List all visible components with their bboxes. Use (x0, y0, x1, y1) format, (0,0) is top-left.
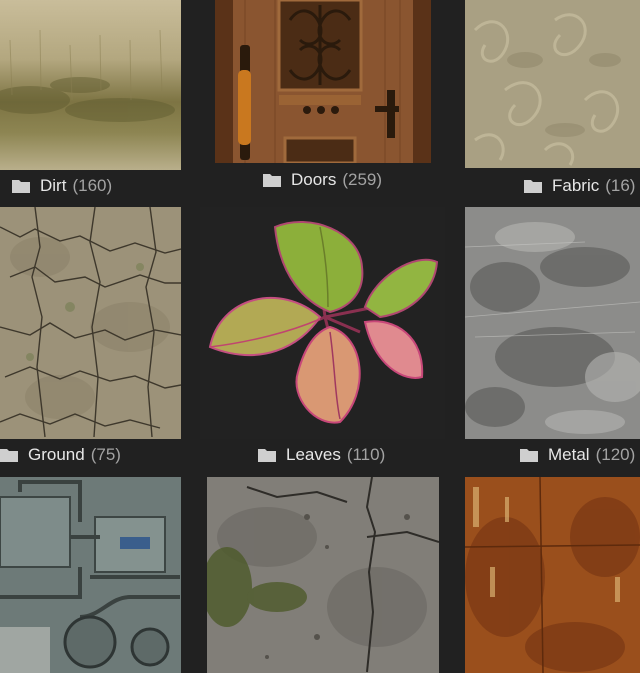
folder-name: Leaves (110) (286, 445, 386, 464)
folder-tile-fabric[interactable]: Fabric (16) (465, 0, 640, 200)
folder-name: Fabric (16) (552, 176, 636, 195)
folder-tile-rust[interactable] (465, 477, 640, 673)
folder-name: Doors (259) (291, 170, 383, 189)
doors-thumbnail[interactable] (215, 0, 431, 163)
dirt-thumbnail[interactable] (0, 0, 181, 170)
folder-name: Metal (120) (548, 445, 636, 464)
fabric-thumbnail[interactable] (465, 0, 640, 168)
folder-tile-metal[interactable]: Metal (120) (465, 207, 640, 469)
folder-label-metal[interactable]: Metal (120) (520, 445, 635, 465)
folder-label-doors[interactable]: Doors (259) (263, 170, 382, 190)
rust-thumbnail[interactable] (465, 477, 640, 673)
folder-icon (520, 448, 538, 462)
machinery-thumbnail[interactable] (0, 477, 181, 673)
folder-tile-ground[interactable]: Ground (75) (0, 207, 181, 469)
metal-thumbnail[interactable] (465, 207, 640, 439)
folder-count: (160) (72, 176, 113, 195)
folder-count: (75) (90, 445, 121, 464)
folder-tile-rock[interactable] (207, 477, 439, 673)
folder-count: (120) (595, 445, 636, 464)
folder-label-fabric[interactable]: Fabric (16) (524, 176, 635, 196)
folder-name: Ground (75) (28, 445, 121, 464)
folder-icon (258, 448, 276, 462)
folder-tile-machinery[interactable] (0, 477, 181, 673)
folder-name: Dirt (160) (40, 176, 113, 195)
folder-label-dirt[interactable]: Dirt (160) (12, 176, 112, 196)
folder-tile-dirt[interactable]: Dirt (160) (0, 0, 181, 200)
folder-tile-doors[interactable]: Doors (259) (215, 0, 431, 200)
leaves-thumbnail[interactable] (200, 207, 445, 439)
ground-thumbnail[interactable] (0, 207, 181, 439)
folder-count: (259) (342, 170, 383, 189)
folder-icon (12, 179, 30, 193)
folder-icon (0, 448, 18, 462)
folder-icon (524, 179, 542, 193)
folder-count: (110) (346, 445, 386, 464)
folder-label-ground[interactable]: Ground (75) (0, 445, 121, 465)
folder-count: (16) (605, 176, 636, 195)
folder-label-leaves[interactable]: Leaves (110) (258, 445, 385, 465)
rock-thumbnail[interactable] (207, 477, 439, 673)
texture-folder-grid: Dirt (160) Doors (259) Fabric (16) Groun… (0, 0, 640, 673)
folder-tile-leaves[interactable]: Leaves (110) (200, 207, 445, 469)
folder-icon (263, 173, 281, 187)
